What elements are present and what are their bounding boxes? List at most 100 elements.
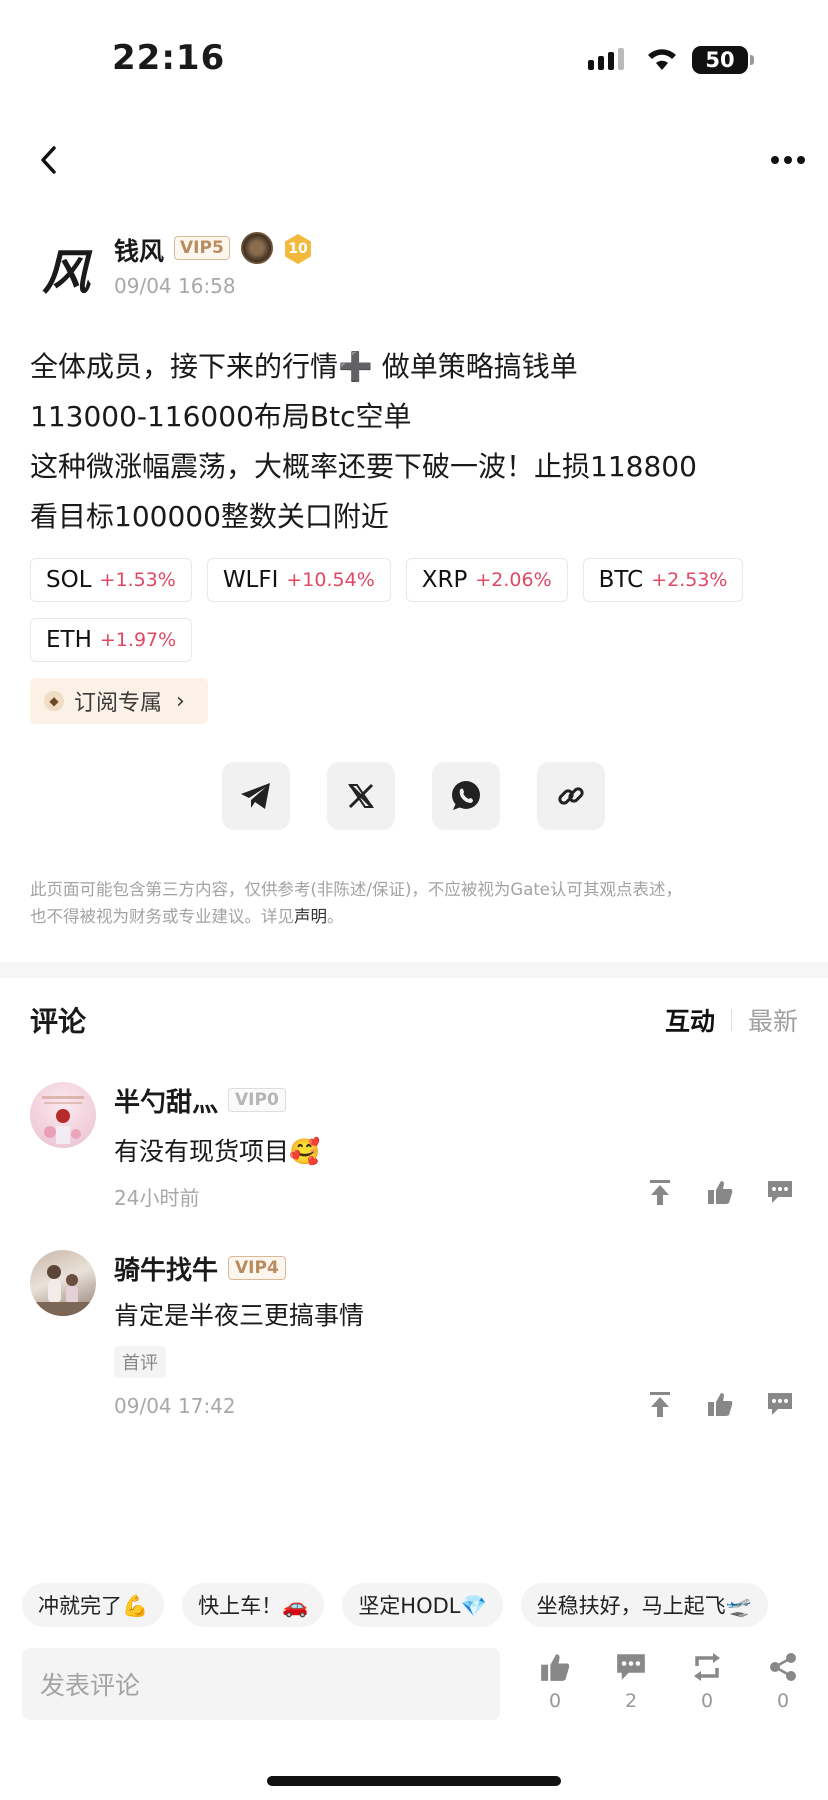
arrow-to-top-icon xyxy=(650,1180,670,1205)
diamond-icon: ◆ xyxy=(44,691,64,711)
ticker-btc[interactable]: BTC +2.53% xyxy=(582,558,744,602)
share-x-button[interactable] xyxy=(327,762,395,830)
ticker-symbol: WLFI xyxy=(222,567,279,593)
cellular-signal-icon xyxy=(588,48,624,70)
chevron-left-icon xyxy=(41,146,56,174)
comment-text: 有没有现货项目🥰 xyxy=(114,1137,321,1166)
comment-bubble-icon xyxy=(617,1654,645,1680)
share-telegram-button[interactable] xyxy=(222,762,290,830)
quick-reply-chip[interactable]: 冲就完了💪 xyxy=(22,1583,165,1627)
share-whatsapp-button[interactable] xyxy=(432,762,500,830)
commenter-vip-badge: VIP4 xyxy=(228,1256,286,1280)
disclaimer-link[interactable]: 声明 xyxy=(294,907,327,926)
author-avatar[interactable]: 风 xyxy=(34,236,98,301)
avatar-image xyxy=(30,1265,96,1316)
thumbs-up-icon xyxy=(708,1181,733,1204)
comment-input[interactable]: 发表评论 xyxy=(22,1648,500,1720)
quick-reply-row: 冲就完了💪 快上车！🚗 坚定HODL💎 坐稳扶好，马上起飞🛫 xyxy=(22,1583,828,1627)
post-line: 全体成员，接下来的行情➕ 做单策略搞钱单 xyxy=(30,350,578,383)
more-options-button[interactable] xyxy=(770,150,806,170)
tab-interactive[interactable]: 互动 xyxy=(665,1002,715,1038)
subscribe-exclusive-button[interactable]: ◆ 订阅专属 › xyxy=(30,678,208,724)
author-vip-badge: VIP5 xyxy=(174,236,230,260)
more-icon xyxy=(771,156,805,164)
like-count: 0 xyxy=(548,1690,562,1712)
like-button[interactable] xyxy=(706,1178,734,1206)
share-row xyxy=(222,762,605,830)
status-time: 22:16 xyxy=(112,38,226,78)
comment-actions xyxy=(646,1178,794,1206)
thumbs-up-icon xyxy=(708,1393,733,1416)
comment-actions xyxy=(646,1390,794,1418)
comments-title: 评论 xyxy=(30,1005,87,1038)
pin-top-button[interactable] xyxy=(646,1390,674,1418)
status-bar: 22:16 50 xyxy=(0,0,828,120)
wifi-icon xyxy=(644,44,680,76)
comment-text: 肯定是半夜三更搞事情 xyxy=(114,1301,365,1330)
disclaimer-text: 也不得被视为财务或专业建议。详见 xyxy=(30,907,294,926)
section-divider xyxy=(0,962,828,978)
subscribe-label: 订阅专属 xyxy=(74,691,163,716)
ticker-xrp[interactable]: XRP +2.06% xyxy=(405,558,568,602)
quick-reply-chip[interactable]: 坚定HODL💎 xyxy=(342,1583,503,1627)
tab-latest[interactable]: 最新 xyxy=(748,1002,798,1038)
comment-sort-tabs: 互动 最新 xyxy=(665,1002,798,1038)
avatar-image xyxy=(42,1096,84,1144)
ticker-eth[interactable]: ETH +1.97% xyxy=(30,618,193,662)
post-like-button[interactable]: 0 xyxy=(536,1652,574,1712)
comment-time: 24小时前 xyxy=(114,1186,200,1210)
post-line: 看目标100000整数关口附近 xyxy=(30,500,389,533)
ticker-symbol: BTC xyxy=(598,567,644,593)
chevron-right-icon: › xyxy=(176,688,185,714)
disclaimer-line: 也不得被视为财务或专业建议。详见声明。 xyxy=(30,903,800,930)
commenter-name[interactable]: 半勺甜灬 xyxy=(114,1082,218,1119)
reply-button[interactable] xyxy=(766,1178,794,1206)
post-line: 113000-116000布局Btc空单 xyxy=(30,400,412,433)
like-button[interactable] xyxy=(706,1390,734,1418)
home-indicator xyxy=(267,1776,561,1786)
disclaimer-line: 此页面可能包含第三方内容，仅供参考(非陈述/保证)，不应被视为Gate认可其观点… xyxy=(30,880,682,899)
quick-reply-chip[interactable]: 坐稳扶好，马上起飞🛫 xyxy=(520,1583,768,1627)
copy-link-button[interactable] xyxy=(537,762,605,830)
x-icon xyxy=(348,783,374,809)
post-content: 全体成员，接下来的行情➕ 做单策略搞钱单 113000-116000布局Btc空… xyxy=(30,342,810,542)
ticker-sol[interactable]: SOL +1.53% xyxy=(30,558,192,602)
first-comment-tag: 首评 xyxy=(114,1346,166,1378)
tab-separator xyxy=(730,1009,732,1031)
disclaimer-suffix: 。 xyxy=(327,907,344,926)
level-badge: 10 xyxy=(285,234,311,264)
post-repost-button[interactable]: 0 xyxy=(688,1652,726,1712)
bottom-action-bar: 0 2 0 0 xyxy=(536,1652,802,1712)
whatsapp-icon xyxy=(452,781,480,810)
comment-time: 09/04 17:42 xyxy=(114,1394,236,1418)
commenter-avatar[interactable] xyxy=(30,1250,96,1316)
share-icon xyxy=(770,1653,796,1681)
commenter-avatar[interactable] xyxy=(30,1082,96,1148)
repost-icon xyxy=(694,1653,720,1681)
ticker-change: +1.97% xyxy=(99,629,177,651)
ticker-symbol: XRP xyxy=(421,567,468,593)
ticker-wlfi[interactable]: WLFI +10.54% xyxy=(206,558,391,602)
ticker-symbol: ETH xyxy=(46,627,92,653)
post-comment-button[interactable]: 2 xyxy=(612,1652,650,1712)
medal-icon xyxy=(241,232,273,264)
link-icon xyxy=(558,787,584,805)
author-name[interactable]: 钱风 xyxy=(114,232,164,268)
comment-count: 2 xyxy=(624,1690,638,1712)
pin-top-button[interactable] xyxy=(646,1178,674,1206)
thumbs-up-icon xyxy=(541,1654,570,1681)
ticker-change: +1.53% xyxy=(99,569,176,591)
commenter-vip-badge: VIP0 xyxy=(228,1088,286,1112)
post-line: 这种微涨幅震荡，大概率还要下破一波！止损118800 xyxy=(30,450,697,483)
reply-button[interactable] xyxy=(766,1390,794,1418)
post-share-button[interactable]: 0 xyxy=(764,1652,802,1712)
ticker-change: +10.54% xyxy=(286,569,375,591)
ticker-change: +2.06% xyxy=(475,569,552,591)
quick-reply-chip[interactable]: 快上车！🚗 xyxy=(182,1583,325,1627)
arrow-to-top-icon xyxy=(650,1392,670,1417)
commenter-name[interactable]: 骑牛找牛 xyxy=(114,1250,218,1287)
battery-icon: 50 xyxy=(692,46,754,74)
ticker-list: SOL +1.53% WLFI +10.54% XRP +2.06% BTC +… xyxy=(30,558,810,662)
ticker-symbol: SOL xyxy=(46,567,92,593)
back-button[interactable] xyxy=(34,142,64,178)
